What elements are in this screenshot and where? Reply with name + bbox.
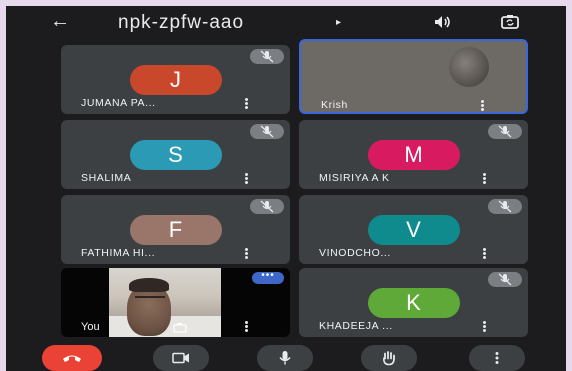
meet-screen: ← npk-zpfw-aao ▸ J JUMANA PA... Krish S …	[6, 6, 566, 371]
participant-name: MISIRIYA A K	[319, 172, 390, 184]
participant-name: You	[81, 321, 100, 333]
mic-off-icon	[250, 199, 284, 214]
participant-name: FATHIMA HI...	[81, 247, 156, 259]
camera-flip-icon[interactable]	[500, 13, 520, 31]
participant-tile-krish[interactable]: Krish	[299, 39, 528, 114]
participant-tile-shalima[interactable]: S SHALIMA	[61, 120, 290, 189]
arrow-left-icon[interactable]: ←	[50, 11, 70, 31]
avatar: V	[367, 215, 460, 245]
participant-tile-you[interactable]: You •••	[61, 268, 290, 337]
mic-off-icon	[488, 124, 522, 139]
more-vertical-icon[interactable]	[483, 321, 486, 332]
participant-name: JUMANA PA...	[81, 97, 156, 109]
mic-off-icon	[488, 199, 522, 214]
participant-tile-jumana[interactable]: J JUMANA PA...	[61, 45, 290, 114]
phone-hangup-icon	[63, 355, 81, 362]
participant-name: KHADEEJA ...	[319, 320, 393, 332]
avatar: J	[129, 65, 222, 95]
participant-tile-fathima[interactable]: F FATHIMA HI...	[61, 195, 290, 264]
more-options-button[interactable]	[469, 345, 525, 371]
more-vertical-icon[interactable]	[245, 98, 248, 109]
more-vertical-icon[interactable]	[483, 248, 486, 259]
more-vertical-icon[interactable]	[481, 100, 484, 111]
call-controls	[6, 342, 566, 371]
more-horizontal-icon[interactable]: •••	[252, 271, 284, 284]
mic-off-icon	[488, 272, 522, 287]
participant-tile-misiriya[interactable]: M MISIRIYA A K	[299, 120, 528, 189]
more-vertical-icon[interactable]	[245, 321, 248, 332]
mic-off-icon	[250, 49, 284, 64]
camera-toggle-button[interactable]	[153, 345, 209, 371]
participant-name: VINODCHO...	[319, 247, 391, 259]
avatar: S	[129, 140, 222, 170]
more-vertical-icon[interactable]	[245, 248, 248, 259]
self-video	[109, 268, 221, 337]
avatar: K	[367, 288, 460, 318]
speaker-icon[interactable]	[434, 15, 452, 29]
end-call-button[interactable]	[42, 345, 102, 371]
participant-name: SHALIMA	[81, 172, 132, 184]
hand-icon	[383, 351, 395, 366]
participant-tile-khadeeja[interactable]: K KHADEEJA ...	[299, 268, 528, 337]
mic-off-icon	[250, 124, 284, 139]
participant-name: Krish	[321, 99, 348, 111]
more-vertical-icon[interactable]	[483, 173, 486, 184]
more-vertical-icon[interactable]	[245, 173, 248, 184]
more-vertical-icon	[495, 352, 499, 364]
camera-icon[interactable]	[173, 323, 187, 333]
avatar: F	[129, 215, 222, 245]
top-bar: ← npk-zpfw-aao ▸	[6, 6, 566, 40]
microphone-toggle-button[interactable]	[257, 345, 313, 371]
microphone-icon	[279, 351, 291, 365]
video-camera-icon	[172, 352, 189, 364]
triangle-right-icon[interactable]: ▸	[336, 17, 341, 28]
participant-tile-vinodcho[interactable]: V VINODCHO...	[299, 195, 528, 264]
raise-hand-button[interactable]	[361, 345, 417, 371]
meeting-code[interactable]: npk-zpfw-aao	[118, 12, 244, 34]
avatar: M	[367, 140, 460, 170]
